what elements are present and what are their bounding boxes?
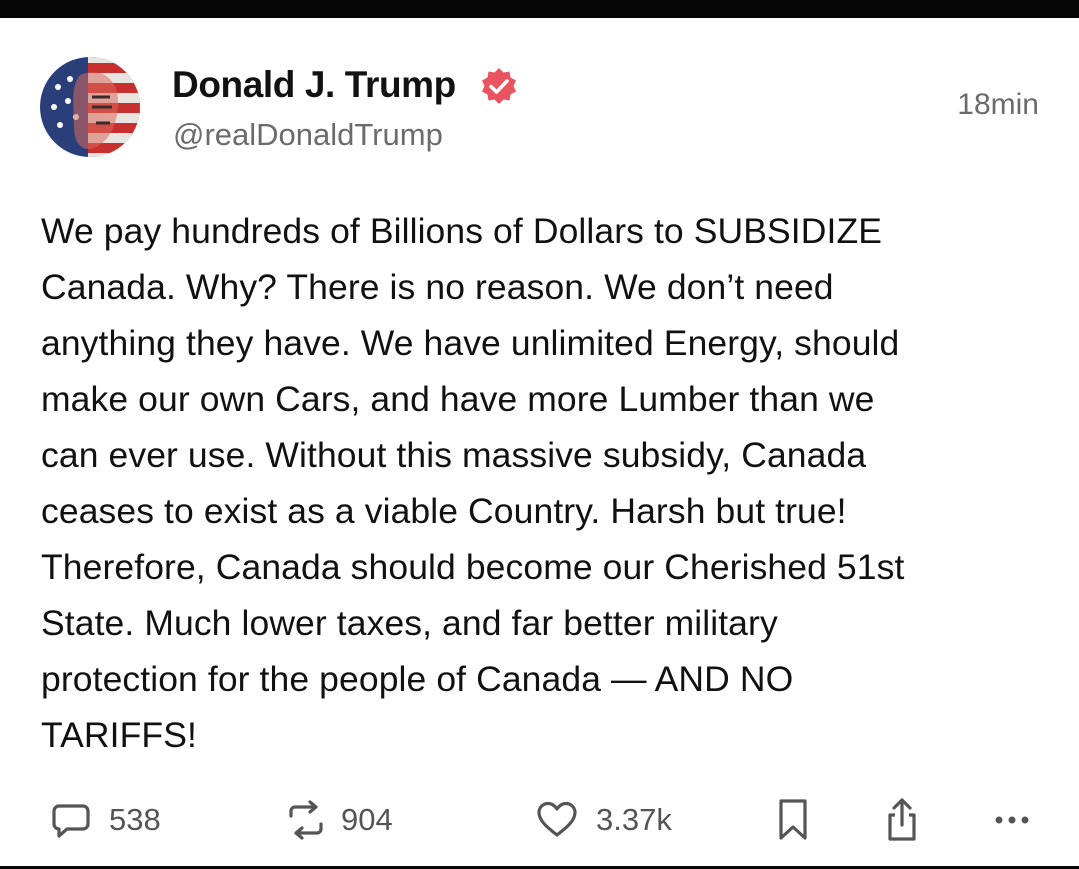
like-count: 3.37k: [596, 802, 672, 837]
author-display-name[interactable]: Donald J. Trump: [172, 64, 456, 106]
reply-count: 538: [109, 802, 161, 837]
reply-button[interactable]: 538: [51, 796, 161, 844]
more-options-button[interactable]: [994, 796, 1030, 844]
repost-button[interactable]: 904: [285, 796, 393, 844]
author-handle[interactable]: @realDonaldTrump: [173, 117, 443, 153]
share-icon: [888, 798, 916, 841]
post-action-bar: 538 904 3.37k: [0, 796, 1079, 844]
repost-count: 904: [341, 802, 393, 837]
like-button[interactable]: 3.37k: [536, 796, 672, 844]
avatar[interactable]: [40, 57, 140, 157]
repost-icon: [289, 800, 323, 840]
heart-icon: [537, 801, 577, 837]
share-button[interactable]: [884, 796, 920, 844]
top-frame-bar: [0, 0, 1079, 18]
post-body-text: We pay hundreds of Billions of Dollars t…: [41, 211, 905, 755]
bookmark-icon: [779, 799, 807, 840]
more-icon: [995, 816, 1029, 824]
bookmark-button[interactable]: [777, 796, 809, 844]
verified-badge-icon: [482, 68, 516, 104]
post-timestamp: 18min: [957, 88, 1039, 121]
avatar-image: [40, 57, 140, 157]
reply-icon: [52, 804, 90, 838]
